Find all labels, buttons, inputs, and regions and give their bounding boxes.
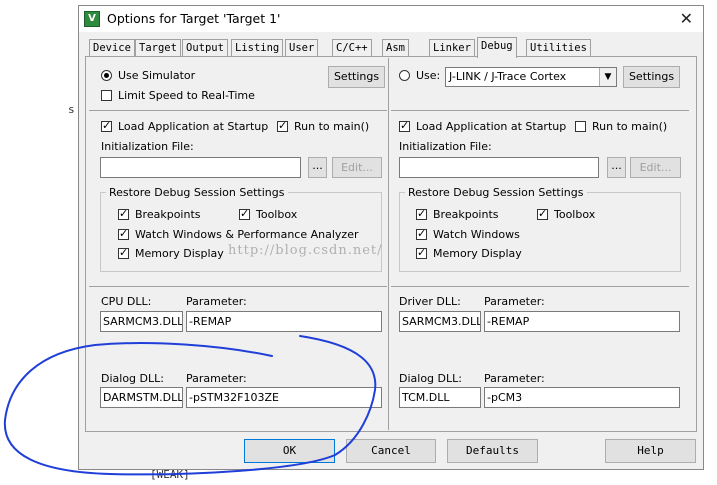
cancel-button[interactable]: Cancel	[346, 439, 436, 463]
load-app-label: Load Application at Startup	[118, 120, 269, 133]
driver-dll-input[interactable]: SARMCM3.DLL	[399, 311, 481, 332]
restore-session-title: Restore Debug Session Settings	[106, 186, 288, 199]
init-file-input-right[interactable]	[399, 157, 599, 178]
breakpoints-checkbox[interactable]	[118, 207, 129, 220]
limit-speed-label: Limit Speed to Real-Time	[118, 89, 255, 102]
tab-linker[interactable]: Linker	[429, 39, 475, 56]
options-dialog: V Options for Target 'Target 1' ✕ Device…	[78, 5, 704, 470]
tab-device[interactable]: Device	[89, 39, 135, 56]
watermark-text: http://blog.csdn.net/	[228, 243, 383, 258]
cpu-param-label: Parameter:	[186, 295, 247, 308]
init-file-browse-button-right[interactable]: ...	[607, 157, 626, 178]
cpu-dll-label: CPU DLL:	[101, 295, 152, 308]
use-debugger-radio[interactable]	[399, 70, 410, 81]
chevron-down-icon[interactable]: ▼	[599, 68, 616, 86]
init-file-input[interactable]	[100, 157, 301, 178]
init-file-label: Initialization File:	[101, 140, 194, 153]
tab-c-cpp[interactable]: C/C++	[332, 39, 372, 56]
simulator-settings-button[interactable]: Settings	[328, 66, 385, 88]
watch-windows-label: Watch Windows & Performance Analyzer	[135, 228, 359, 241]
watch-windows-checkbox[interactable]	[118, 227, 129, 240]
driver-param-input[interactable]: -REMAP	[484, 311, 680, 332]
driver-dll-label: Driver DLL:	[399, 295, 461, 308]
dialog-dll-input-right[interactable]: TCM.DLL	[399, 387, 481, 408]
debugger-settings-button[interactable]: Settings	[623, 66, 680, 88]
divider	[391, 110, 689, 111]
dialog-param-input[interactable]: -pSTM32F103ZE	[186, 387, 382, 408]
init-file-browse-button[interactable]: ...	[308, 157, 327, 178]
dialog-param-label-right: Parameter:	[484, 372, 545, 385]
watch-windows-label-right: Watch Windows	[433, 228, 520, 241]
cpu-dll-input[interactable]: SARMCM3.DLL	[100, 311, 183, 332]
memory-display-label: Memory Display	[135, 247, 224, 260]
memory-display-checkbox[interactable]	[118, 246, 129, 259]
memory-display-checkbox-right[interactable]	[416, 246, 427, 259]
defaults-button[interactable]: Defaults	[447, 439, 538, 463]
tab-asm[interactable]: Asm	[382, 39, 409, 56]
dialog-dll-input[interactable]: DARMSTM.DLL	[100, 387, 183, 408]
keil-app-icon: V	[84, 11, 100, 27]
run-to-main-checkbox-right[interactable]	[575, 121, 586, 132]
ok-button[interactable]: OK	[244, 439, 335, 463]
window-title: Options for Target 'Target 1'	[107, 11, 281, 26]
breakpoints-label: Breakpoints	[135, 208, 201, 221]
watch-windows-checkbox-right[interactable]	[416, 227, 427, 240]
divider	[89, 286, 387, 287]
memory-display-label-right: Memory Display	[433, 247, 522, 260]
tab-target[interactable]: Target	[135, 39, 181, 56]
dialog-param-input-right[interactable]: -pCM3	[484, 387, 680, 408]
init-file-edit-button[interactable]: Edit...	[332, 157, 382, 178]
background-fragment: s	[68, 103, 75, 116]
tab-output[interactable]: Output	[182, 39, 228, 56]
run-to-main-checkbox[interactable]	[277, 119, 288, 132]
dialog-dll-label-right: Dialog DLL:	[399, 372, 462, 385]
load-app-checkbox-right[interactable]	[399, 119, 410, 132]
driver-param-label: Parameter:	[484, 295, 545, 308]
debugger-select-value: J-LINK / J-Trace Cortex	[449, 70, 567, 83]
load-app-label-right: Load Application at Startup	[416, 120, 567, 133]
run-to-main-label: Run to main()	[294, 120, 370, 133]
load-app-checkbox[interactable]	[101, 119, 112, 132]
debugger-select[interactable]: J-LINK / J-Trace Cortex ▼	[445, 67, 617, 87]
tab-utilities[interactable]: Utilities	[526, 39, 591, 56]
help-button[interactable]: Help	[605, 439, 696, 463]
dialog-dll-label: Dialog DLL:	[101, 372, 164, 385]
init-file-label-right: Initialization File:	[399, 140, 492, 153]
tab-listing[interactable]: Listing	[231, 39, 284, 56]
restore-session-title-right: Restore Debug Session Settings	[405, 186, 587, 199]
column-divider	[388, 58, 389, 430]
divider	[391, 286, 689, 287]
cpu-param-input[interactable]: -REMAP	[186, 311, 382, 332]
use-debugger-label: Use:	[416, 69, 441, 82]
run-to-main-label-right: Run to main()	[592, 120, 668, 133]
divider	[89, 110, 387, 111]
toolbox-label-right: Toolbox	[554, 208, 596, 221]
use-simulator-radio[interactable]	[101, 70, 112, 81]
init-file-edit-button-right[interactable]: Edit...	[630, 157, 681, 178]
breakpoints-label-right: Breakpoints	[433, 208, 499, 221]
breakpoints-checkbox-right[interactable]	[416, 207, 427, 220]
dialog-param-label: Parameter:	[186, 372, 247, 385]
tab-debug[interactable]: Debug	[477, 37, 517, 58]
close-icon[interactable]: ✕	[680, 9, 693, 28]
tab-user[interactable]: User	[285, 39, 319, 56]
toolbox-label: Toolbox	[256, 208, 298, 221]
toolbox-checkbox[interactable]	[239, 207, 250, 220]
use-simulator-label: Use Simulator	[118, 69, 196, 82]
title-bar[interactable]: V Options for Target 'Target 1' ✕	[79, 6, 703, 32]
toolbox-checkbox-right[interactable]	[537, 207, 548, 220]
limit-speed-checkbox[interactable]	[101, 90, 112, 101]
